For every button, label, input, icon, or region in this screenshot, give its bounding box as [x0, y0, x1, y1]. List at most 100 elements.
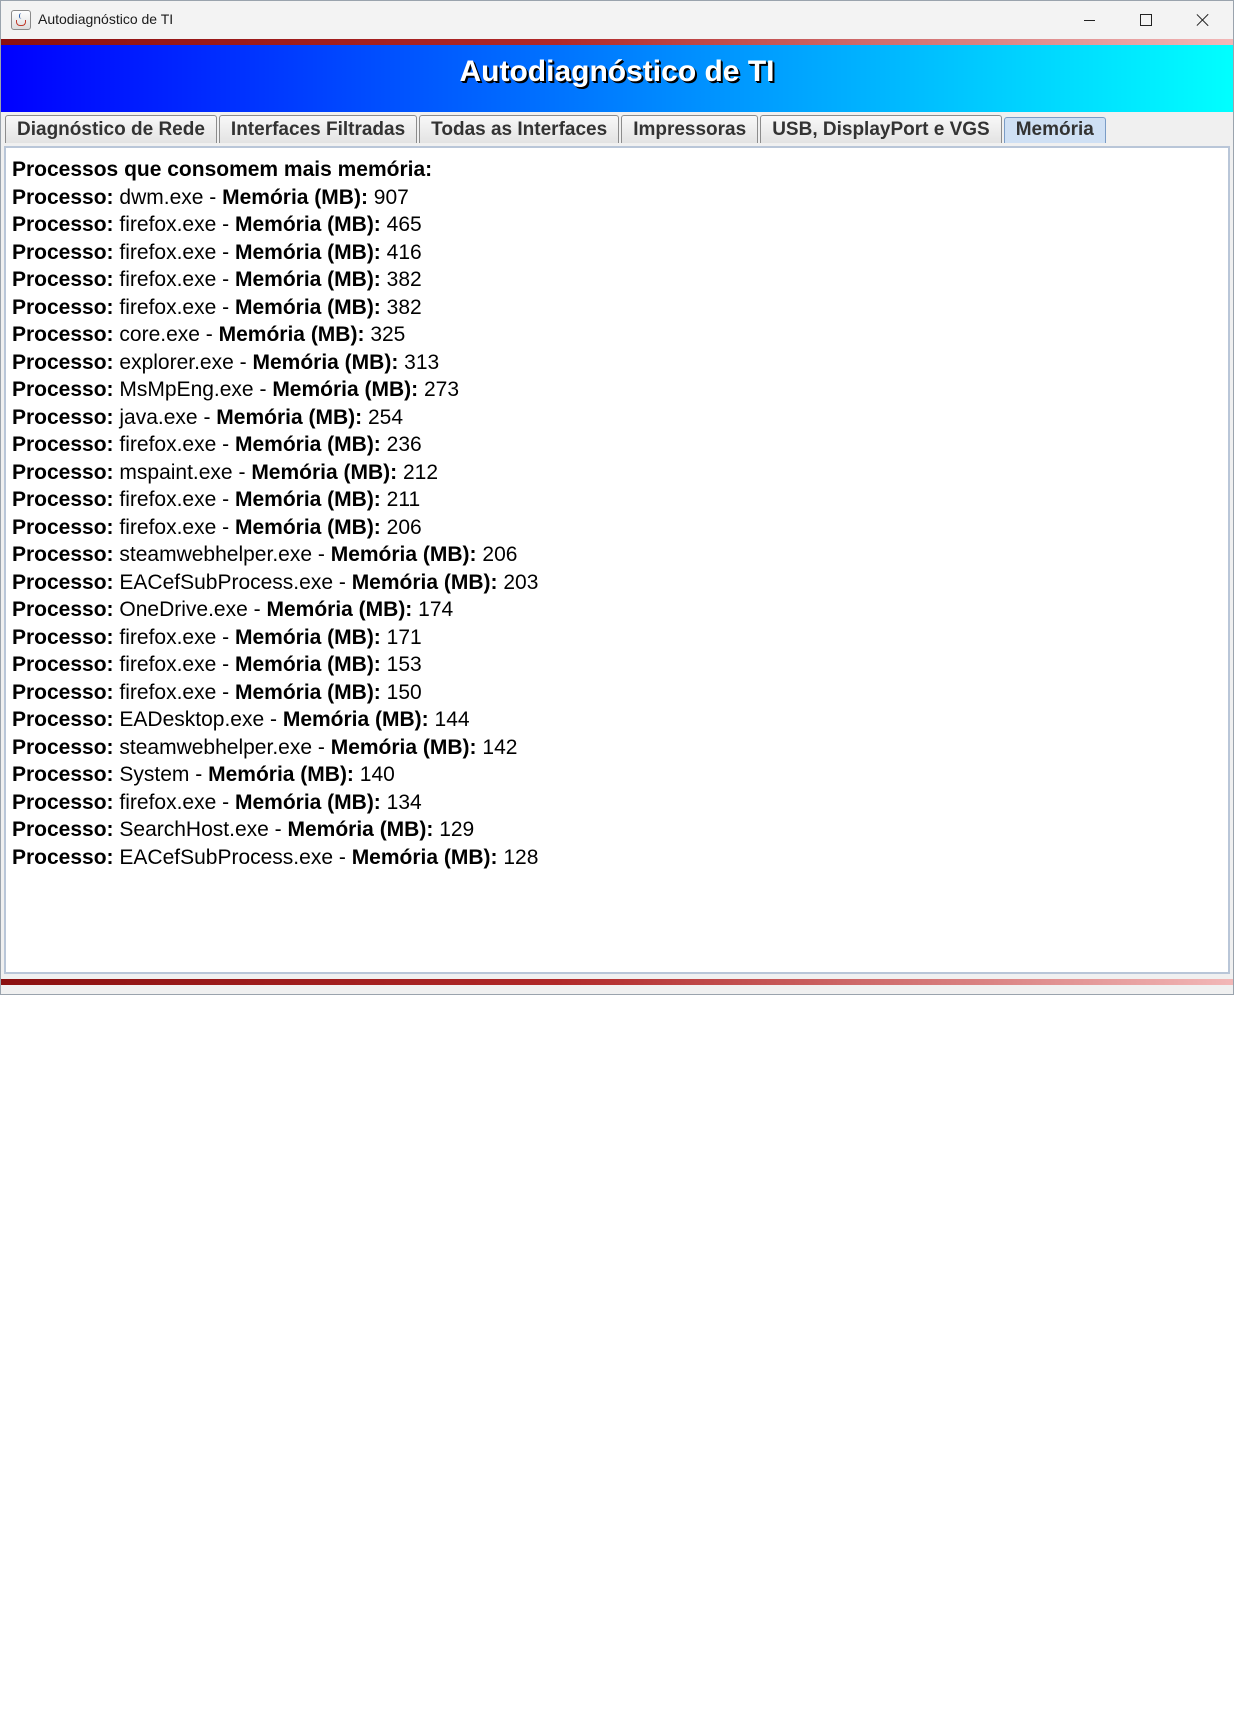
process-name: EACefSubProcess.exe	[119, 570, 333, 594]
memory-label: Memória (MB):	[222, 185, 368, 209]
memory-value: 206	[482, 543, 518, 566]
memory-value: 140	[359, 763, 395, 786]
tab-usb-displayport-e-vgs[interactable]: USB, DisplayPort e VGS	[760, 115, 1002, 143]
tab-todas-as-interfaces[interactable]: Todas as Interfaces	[419, 115, 620, 143]
memory-label: Memória (MB):	[234, 268, 381, 291]
memory-value: 416	[386, 240, 422, 264]
process-row: Processo: steamwebhelper.exe - Memória (…	[12, 734, 1222, 762]
process-row: Processo: dwm.exe - Memória (MB): 907	[12, 184, 1222, 212]
process-label: Processo:	[12, 625, 114, 649]
process-row: Processo: firefox.exe - Memória (MB): 38…	[12, 266, 1222, 294]
memory-value: 129	[439, 818, 475, 841]
separator: -	[222, 625, 230, 649]
memory-label: Memória (MB):	[287, 818, 434, 841]
process-row: Processo: firefox.exe - Memória (MB): 20…	[12, 514, 1222, 542]
tab-memoria[interactable]: Memória	[1003, 117, 1106, 143]
process-label: Processo:	[12, 735, 114, 759]
memory-label: Memória (MB):	[272, 378, 419, 401]
memory-label: Memória (MB):	[234, 625, 381, 649]
tab-impressoras[interactable]: Impressoras	[621, 115, 759, 143]
process-name: core.exe	[119, 323, 200, 346]
process-label: Processo:	[12, 570, 114, 594]
separator: -	[222, 295, 230, 319]
separator: -	[338, 845, 346, 869]
memory-value: 236	[386, 433, 422, 456]
process-name: firefox.exe	[119, 488, 217, 511]
process-name: OneDrive.exe	[119, 598, 248, 621]
process-name: firefox.exe	[119, 680, 217, 704]
window-title: Autodiagnóstico de TI	[38, 11, 174, 27]
separator: -	[259, 378, 267, 401]
memory-value: 171	[386, 625, 422, 649]
separator: -	[239, 350, 247, 374]
process-label: Processo:	[12, 515, 114, 539]
title-bar: Autodiagnóstico de TI	[1, 1, 1233, 39]
memory-value: 174	[418, 598, 454, 621]
minimize-button[interactable]	[1061, 1, 1117, 39]
process-label: Processo:	[12, 598, 114, 621]
process-label: Processo:	[12, 708, 114, 731]
tab-bar: Diagnóstico de Rede Interfaces Filtradas T…	[5, 115, 1108, 143]
process-row: Processo: explorer.exe - Memória (MB): 3…	[12, 349, 1222, 377]
memory-label: Memória (MB):	[234, 295, 381, 319]
memory-label: Memória (MB):	[330, 543, 477, 566]
process-row: Processo: firefox.exe - Memória (MB): 15…	[12, 679, 1222, 707]
memory-value: 212	[403, 460, 439, 484]
process-label: Processo:	[12, 845, 114, 869]
memory-value: 254	[367, 405, 404, 429]
memory-label: Memória (MB):	[234, 213, 381, 236]
memory-value: 211	[386, 488, 421, 511]
maximize-button[interactable]	[1118, 1, 1174, 39]
tab-interfaces-filtradas[interactable]: Interfaces Filtradas	[218, 115, 418, 143]
memory-label: Memória (MB):	[252, 350, 399, 374]
process-row: Processo: OneDrive.exe - Memória (MB): 1…	[12, 596, 1222, 624]
separator: -	[209, 185, 217, 209]
process-row: Processo: MsMpEng.exe - Memória (MB): 27…	[12, 376, 1222, 404]
memory-value: 382	[386, 295, 422, 319]
process-name: firefox.exe	[119, 653, 217, 676]
process-row: Processo: System - Memória (MB): 140	[12, 761, 1222, 789]
memory-panel: Processos que consomem mais memória: Pro…	[4, 146, 1230, 974]
separator: -	[317, 735, 325, 759]
process-label: Processo:	[12, 763, 114, 786]
process-name: MsMpEng.exe	[119, 378, 254, 401]
process-label: Processo:	[12, 323, 114, 346]
process-name: steamwebhelper.exe	[119, 543, 313, 566]
memory-value: 144	[434, 708, 470, 731]
process-row: Processo: java.exe - Memória (MB): 254	[12, 404, 1222, 432]
separator: -	[222, 515, 230, 539]
memory-value: 325	[370, 323, 406, 346]
process-name: firefox.exe	[119, 295, 217, 319]
process-row: Processo: EACefSubProcess.exe - Memória …	[12, 844, 1222, 872]
header-banner: Autodiagnóstico de TI	[1, 45, 1233, 112]
minimize-icon	[1083, 19, 1095, 21]
process-row: Processo: firefox.exe - Memória (MB): 41…	[12, 239, 1222, 267]
memory-label: Memória (MB):	[234, 653, 381, 676]
memory-label: Memória (MB):	[234, 488, 381, 511]
process-row: Processo: steamwebhelper.exe - Memória (…	[12, 541, 1222, 569]
separator: -	[222, 268, 230, 291]
process-label: Processo:	[12, 488, 114, 511]
memory-label: Memória (MB):	[266, 598, 413, 621]
process-label: Processo:	[12, 543, 114, 566]
panel-heading: Processos que consomem mais memória:	[12, 158, 433, 181]
process-name: firefox.exe	[119, 240, 217, 264]
memory-value: 142	[482, 735, 518, 759]
process-label: Processo:	[12, 433, 114, 456]
tab-diagnostico-de-rede[interactable]: Diagnóstico de Rede	[5, 115, 217, 143]
process-name: firefox.exe	[119, 515, 217, 539]
memory-label: Memória (MB):	[351, 570, 498, 594]
process-name: explorer.exe	[119, 350, 234, 374]
process-name: System	[119, 763, 190, 786]
separator: -	[222, 433, 230, 456]
separator: -	[238, 460, 246, 484]
separator: -	[253, 598, 261, 621]
close-button[interactable]	[1175, 1, 1231, 39]
process-name: firefox.exe	[119, 213, 217, 236]
process-label: Processo:	[12, 350, 114, 374]
memory-label: Memória (MB):	[282, 708, 429, 731]
separator: -	[222, 680, 230, 704]
memory-value: 465	[386, 213, 422, 236]
process-name: firefox.exe	[119, 625, 217, 649]
memory-label: Memória (MB):	[234, 433, 381, 456]
